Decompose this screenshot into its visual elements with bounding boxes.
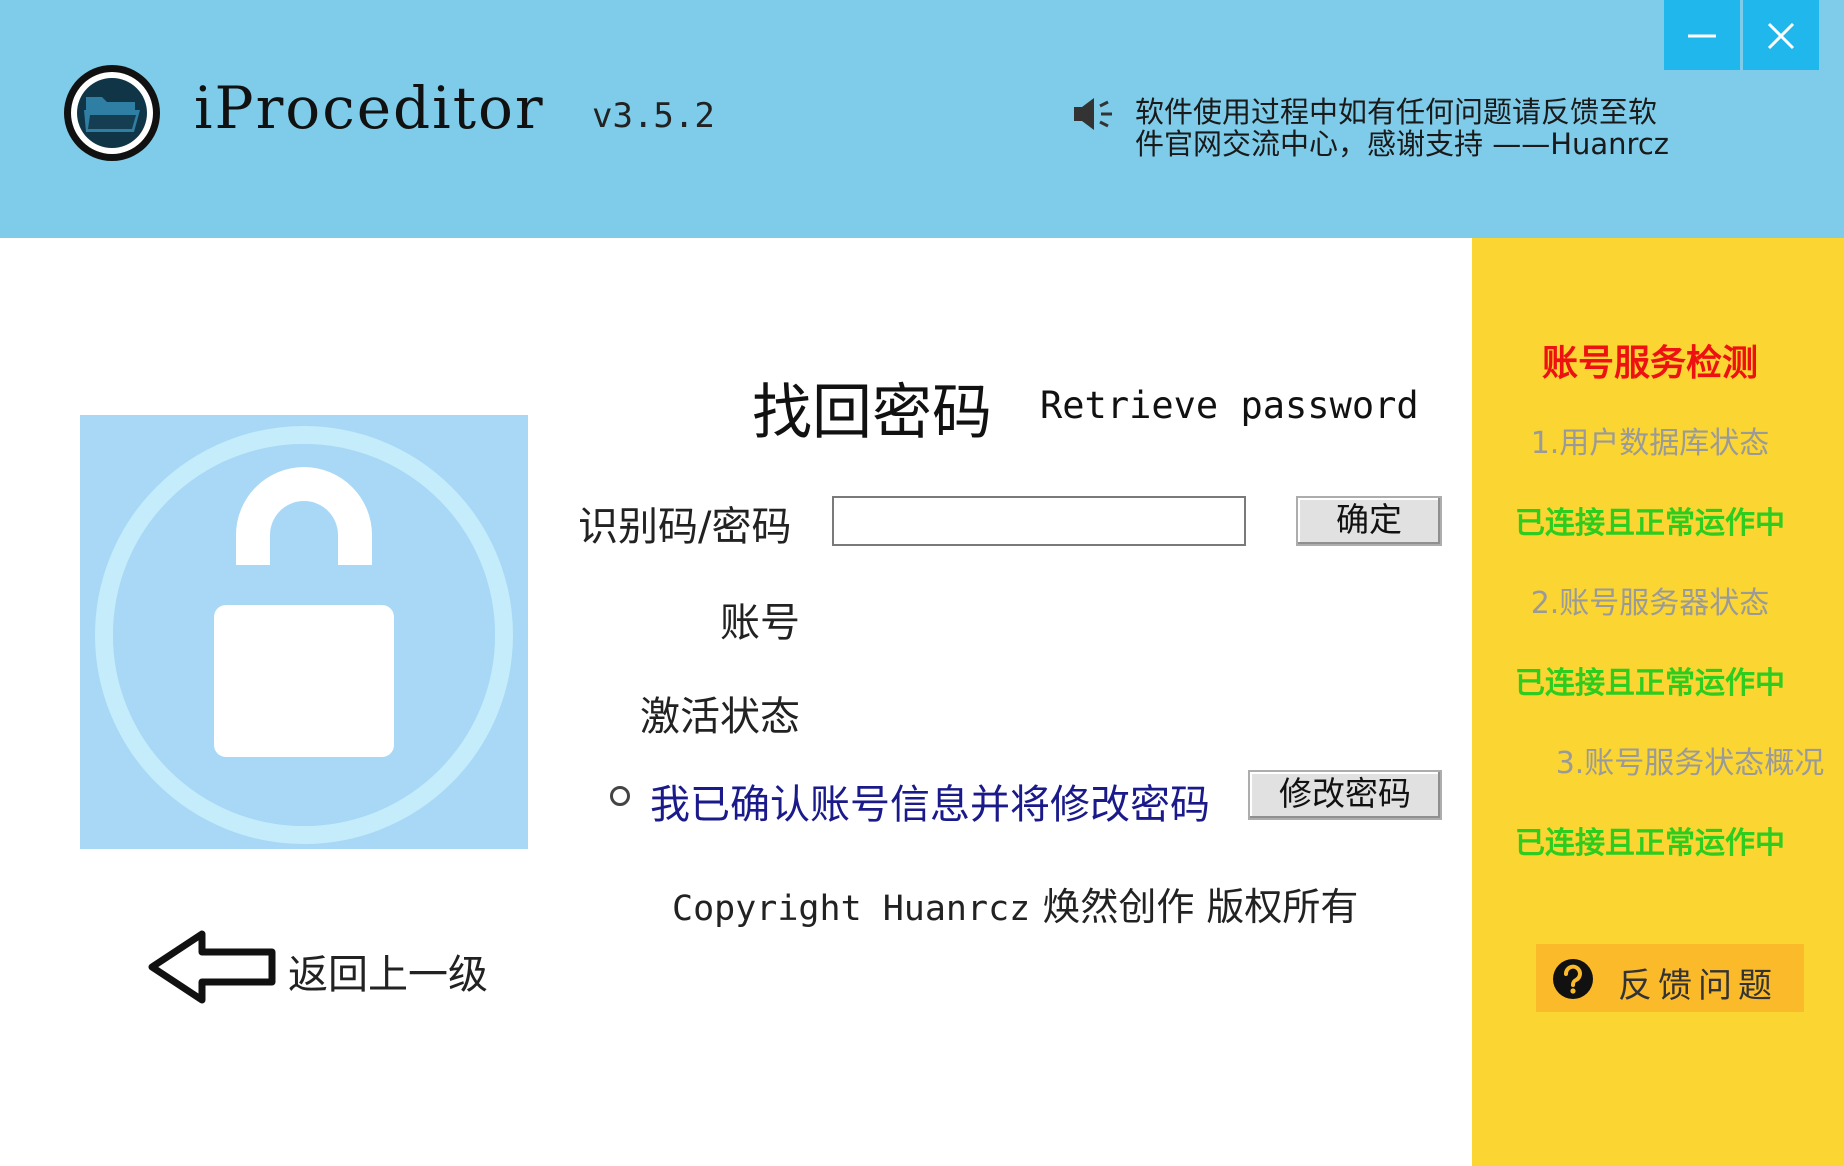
notice-line-2: 件官网交流中心，感谢支持 ——Huanrcz xyxy=(1135,127,1670,161)
left-arrow-icon xyxy=(148,930,276,1004)
lock-icon xyxy=(95,426,513,844)
status-label-account-server: 2.账号服务器状态 xyxy=(1530,586,1770,621)
back-label: 返回上一级 xyxy=(288,952,488,998)
notice-text: 软件使用过程中如有任何问题请反馈至软 件官网交流中心，感谢支持 ——Huanrc… xyxy=(1135,96,1715,160)
feedback-label: 反馈问题 xyxy=(1618,966,1778,1006)
activation-status-label: 激活状态 xyxy=(640,694,800,740)
minimize-button[interactable] xyxy=(1664,0,1740,70)
copyright-en: Copyright Huanrcz xyxy=(672,889,1031,929)
service-status-sidebar: 账号服务检测 1.用户数据库状态 已连接且正常运作中 2.账号服务器状态 已连接… xyxy=(1472,238,1844,1166)
minimize-icon xyxy=(1688,34,1716,38)
app-version: v3.5.2 xyxy=(592,96,715,136)
account-label: 账号 xyxy=(720,600,800,646)
password-recovery-window: iProceditor v3.5.2 软件使用过程中如有任何问题请反馈至软 件官… xyxy=(0,0,1844,1166)
copyright-cn: 焕然创作 版权所有 xyxy=(1042,885,1359,929)
header-bar: iProceditor v3.5.2 软件使用过程中如有任何问题请反馈至软 件官… xyxy=(0,0,1844,238)
folder-logo-icon xyxy=(62,63,162,163)
status-value-user-db: 已连接且正常运作中 xyxy=(1515,506,1785,541)
app-title: iProceditor xyxy=(194,74,545,142)
code-input[interactable] xyxy=(832,496,1246,546)
feedback-button[interactable]: 反馈问题 xyxy=(1536,944,1804,1012)
status-label-service-overview: 3.账号服务状态概况 xyxy=(1555,746,1825,781)
page-title: 找回密码 xyxy=(752,378,992,448)
status-label-user-db: 1.用户数据库状态 xyxy=(1530,426,1770,461)
notice-line-1: 软件使用过程中如有任何问题请反馈至软 xyxy=(1135,95,1658,129)
close-icon xyxy=(1767,22,1795,50)
copyright: Copyright Huanrcz 焕然创作 版权所有 xyxy=(672,876,1358,931)
status-value-service-overview: 已连接且正常运作中 xyxy=(1515,826,1785,861)
change-password-button[interactable]: 修改密码 xyxy=(1248,770,1442,820)
page-subtitle: Retrieve password xyxy=(1040,384,1419,427)
close-button[interactable] xyxy=(1743,0,1819,70)
radio-button[interactable] xyxy=(610,786,630,806)
status-value-account-server: 已连接且正常运作中 xyxy=(1515,666,1785,701)
code-label: 识别码/密码 xyxy=(578,504,792,550)
lock-illustration xyxy=(80,415,528,849)
speaker-icon xyxy=(1072,96,1116,132)
confirm-info-label: 我已确认账号信息并将修改密码 xyxy=(650,782,1210,828)
confirm-button[interactable]: 确定 xyxy=(1296,496,1442,546)
sidebar-title: 账号服务检测 xyxy=(1541,343,1758,384)
question-icon xyxy=(1553,959,1593,999)
